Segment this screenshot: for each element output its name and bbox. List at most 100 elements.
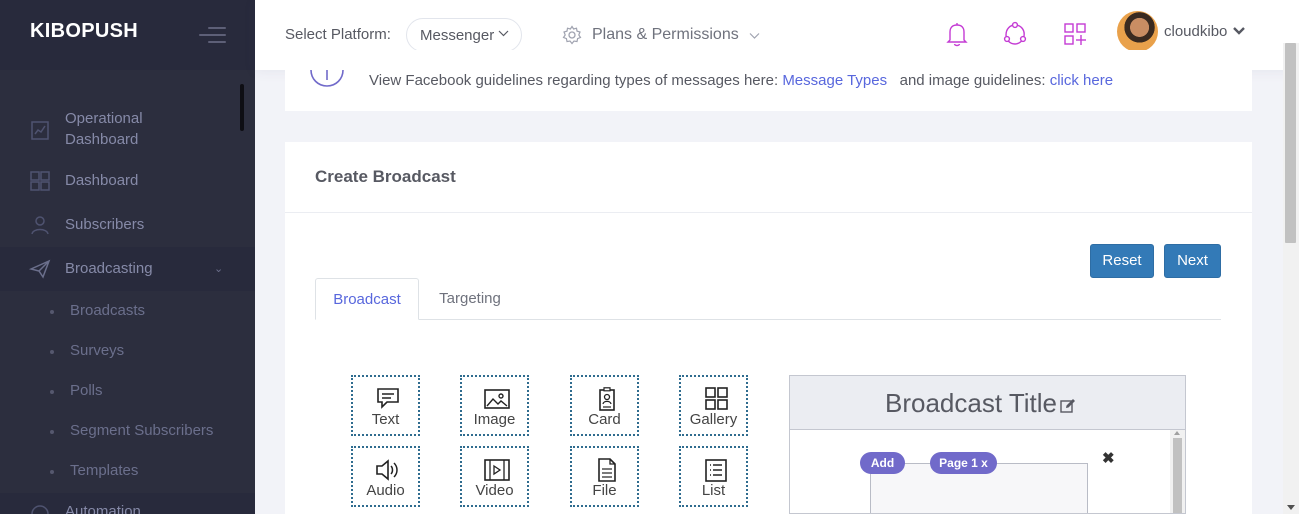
guidelines-text-part2: and image guidelines:	[899, 72, 1046, 89]
scroll-down-arrow-icon[interactable]	[1287, 505, 1295, 510]
sidebar-subitem-label: Broadcasts	[70, 302, 146, 319]
guidelines-info-card: View Facebook guidelines regarding types…	[285, 50, 1252, 111]
gallery-grid-icon	[705, 387, 728, 410]
chevron-down-icon: ⌄	[214, 263, 224, 275]
sidebar-item-dashboard[interactable]: Dashboard	[0, 170, 255, 192]
sidebar-item-operational-dashboard[interactable]: Operational Dashboard	[0, 108, 255, 150]
file-icon	[598, 458, 616, 482]
apps-add-icon[interactable]	[1062, 20, 1088, 48]
component-label: List	[701, 482, 726, 499]
sidebar-item-label: Dashboard	[65, 131, 139, 148]
component-text[interactable]: Text	[351, 375, 420, 436]
broadcast-tabs: Broadcast Targeting	[315, 278, 1221, 320]
guidelines-text-part1: View Facebook guidelines regarding types…	[369, 72, 779, 89]
network-icon[interactable]	[1002, 20, 1028, 48]
component-label: Image	[473, 411, 516, 428]
chevron-down-icon[interactable]	[1232, 22, 1246, 40]
next-button[interactable]: Next	[1164, 244, 1221, 278]
sidebar-item-broadcasting[interactable]: Broadcasting ⌄	[0, 247, 255, 291]
select-platform-label: Select Platform:	[285, 26, 391, 43]
bullet-dot	[50, 470, 54, 474]
id-card-icon	[599, 387, 615, 411]
broadcast-preview: Broadcast Title Add Page 1 x ✖	[789, 375, 1186, 514]
component-image[interactable]: Image	[460, 375, 529, 436]
username[interactable]: cloudkibo	[1164, 23, 1227, 40]
component-label: Gallery	[689, 411, 738, 428]
component-audio[interactable]: Audio	[351, 446, 420, 507]
info-icon	[310, 69, 344, 87]
sidebar-item-label: Dashboard	[65, 172, 139, 189]
sidebar-item-label: Operational	[65, 110, 143, 127]
sidebar-subitem-segment-subscribers[interactable]: Segment Subscribers	[0, 411, 255, 451]
reset-button[interactable]: Reset	[1090, 244, 1154, 278]
list-icon	[705, 459, 727, 482]
paper-plane-icon	[29, 259, 51, 279]
scroll-up-arrow-icon[interactable]	[1174, 431, 1180, 435]
bullet-dot	[50, 430, 54, 434]
film-icon	[484, 459, 510, 481]
page-scrollbar[interactable]	[1283, 43, 1299, 514]
preview-scrollbar[interactable]	[1170, 430, 1185, 513]
scrollbar-thumb[interactable]	[1285, 43, 1296, 243]
message-icon	[377, 388, 399, 409]
component-label: Audio	[366, 482, 405, 499]
avatar[interactable]	[1117, 11, 1158, 52]
bullet-dot	[50, 390, 54, 394]
sidebar-subitem-templates[interactable]: Templates	[0, 451, 255, 491]
plans-permissions-label: Plans & Permissions	[592, 26, 739, 43]
broadcast-title-text: Broadcast Title	[885, 388, 1057, 418]
edit-icon[interactable]	[1060, 398, 1076, 414]
component-video[interactable]: Video	[460, 446, 529, 507]
platform-select[interactable]: Messenger	[406, 18, 522, 52]
sidebar-subitem-surveys[interactable]: Surveys	[0, 331, 255, 371]
component-gallery[interactable]: Gallery	[679, 375, 748, 436]
component-card[interactable]: Card	[570, 375, 639, 436]
scrollbar-thumb[interactable]	[1173, 438, 1182, 513]
preview-header: Broadcast Title	[790, 376, 1185, 430]
card-header: Create Broadcast	[285, 142, 1252, 213]
image-icon	[484, 389, 510, 409]
tab-targeting[interactable]: Targeting	[419, 278, 521, 320]
message-types-link[interactable]: Message Types	[782, 72, 887, 89]
sidebar-item-label: Broadcasting	[65, 260, 153, 277]
plans-permissions-menu[interactable]: Plans & Permissions	[562, 24, 760, 46]
image-guidelines-link[interactable]: click here	[1050, 72, 1113, 89]
sidebar-subitem-polls[interactable]: Polls	[0, 371, 255, 411]
component-label: File	[592, 482, 617, 499]
automation-icon	[31, 505, 49, 514]
sidebar-item-label: Automation	[65, 503, 141, 514]
bullet-dot	[50, 350, 54, 354]
page-tab-pill[interactable]: Page 1 x	[930, 452, 997, 474]
bell-icon[interactable]	[944, 20, 970, 48]
chevron-down-icon	[498, 30, 509, 37]
bullet-dot	[50, 310, 54, 314]
sidebar: KIBOPUSH Operational Dashboard Dashboard …	[0, 0, 255, 514]
gear-icon	[562, 25, 582, 45]
tab-broadcast[interactable]: Broadcast	[315, 278, 419, 320]
guidelines-text: View Facebook guidelines regarding types…	[369, 72, 1113, 89]
sidebar-subitem-label: Segment Subscribers	[70, 422, 214, 439]
add-page-button[interactable]: Add	[860, 452, 905, 474]
speaker-icon	[376, 459, 398, 481]
component-file[interactable]: File	[570, 446, 639, 507]
dashboard-chart-icon	[31, 121, 49, 140]
sidebar-item-subscribers[interactable]: Subscribers	[0, 214, 255, 236]
component-label: Video	[475, 482, 514, 499]
platform-select-value: Messenger	[420, 27, 495, 44]
sidebar-subitem-broadcasts[interactable]: Broadcasts	[0, 291, 255, 331]
sidebar-item-automation[interactable]: Automation	[0, 493, 255, 514]
create-broadcast-card: Create Broadcast Reset Next Broadcast Ta…	[285, 142, 1252, 514]
user-icon	[31, 216, 49, 235]
chevron-down-icon	[749, 32, 760, 39]
sidebar-subitem-label: Templates	[70, 462, 139, 479]
broadcast-title[interactable]: Broadcast Title	[885, 388, 1076, 419]
component-list[interactable]: List	[679, 446, 748, 507]
card-title: Create Broadcast	[315, 167, 456, 186]
hamburger-menu-icon[interactable]	[199, 27, 226, 48]
brand-bar: KIBOPUSH	[0, 0, 255, 70]
brand-logo: KIBOPUSH	[30, 20, 138, 42]
grid-icon	[30, 171, 50, 191]
sidebar-item-label: Subscribers	[65, 216, 145, 233]
close-icon[interactable]: ✖	[1102, 449, 1115, 467]
sidebar-subitem-label: Polls	[70, 382, 103, 399]
